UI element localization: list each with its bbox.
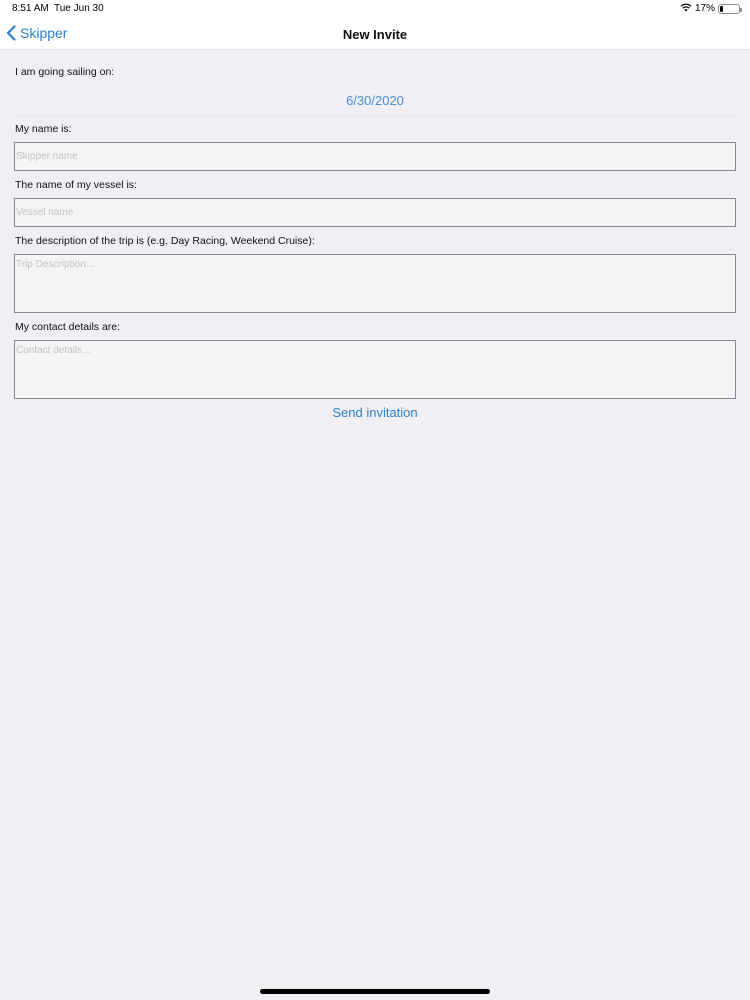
home-indicator[interactable]	[260, 989, 490, 994]
name-label: My name is:	[15, 123, 72, 135]
wifi-icon	[680, 2, 692, 15]
status-right: 17%	[680, 2, 742, 15]
send-invitation-button[interactable]: Send invitation	[0, 405, 750, 420]
page-title: New Invite	[342, 27, 408, 42]
contact-details-input[interactable]	[15, 341, 735, 398]
screen: 8:51 AM Tue Jun 30 17% Skipper New Invit…	[0, 0, 750, 1000]
status-bar: 8:51 AM Tue Jun 30 17%	[0, 0, 750, 18]
skipper-name-field-container	[14, 142, 736, 171]
sailing-date-label: I am going sailing on:	[15, 66, 115, 78]
vessel-label: The name of my vessel is:	[15, 179, 137, 191]
battery-fill	[720, 5, 723, 12]
trip-description-input[interactable]	[15, 255, 735, 312]
sailing-date-picker[interactable]: 6/30/2020	[0, 93, 750, 108]
status-date: Tue Jun 30	[54, 3, 104, 14]
skipper-name-input[interactable]	[15, 143, 735, 170]
vessel-name-input[interactable]	[15, 199, 735, 226]
status-time: 8:51 AM	[12, 3, 49, 14]
navigation-bar: Skipper New Invite	[0, 18, 750, 50]
contact-label: My contact details are:	[15, 321, 121, 333]
description-label: The description of the trip is (e.g. Day…	[15, 235, 315, 247]
divider	[15, 115, 735, 116]
vessel-name-field-container	[14, 198, 736, 227]
trip-description-field-container	[14, 254, 736, 313]
battery-percentage: 17%	[694, 3, 715, 14]
battery-icon	[718, 3, 742, 14]
divider	[15, 249, 735, 250]
contact-details-field-container	[14, 340, 736, 399]
